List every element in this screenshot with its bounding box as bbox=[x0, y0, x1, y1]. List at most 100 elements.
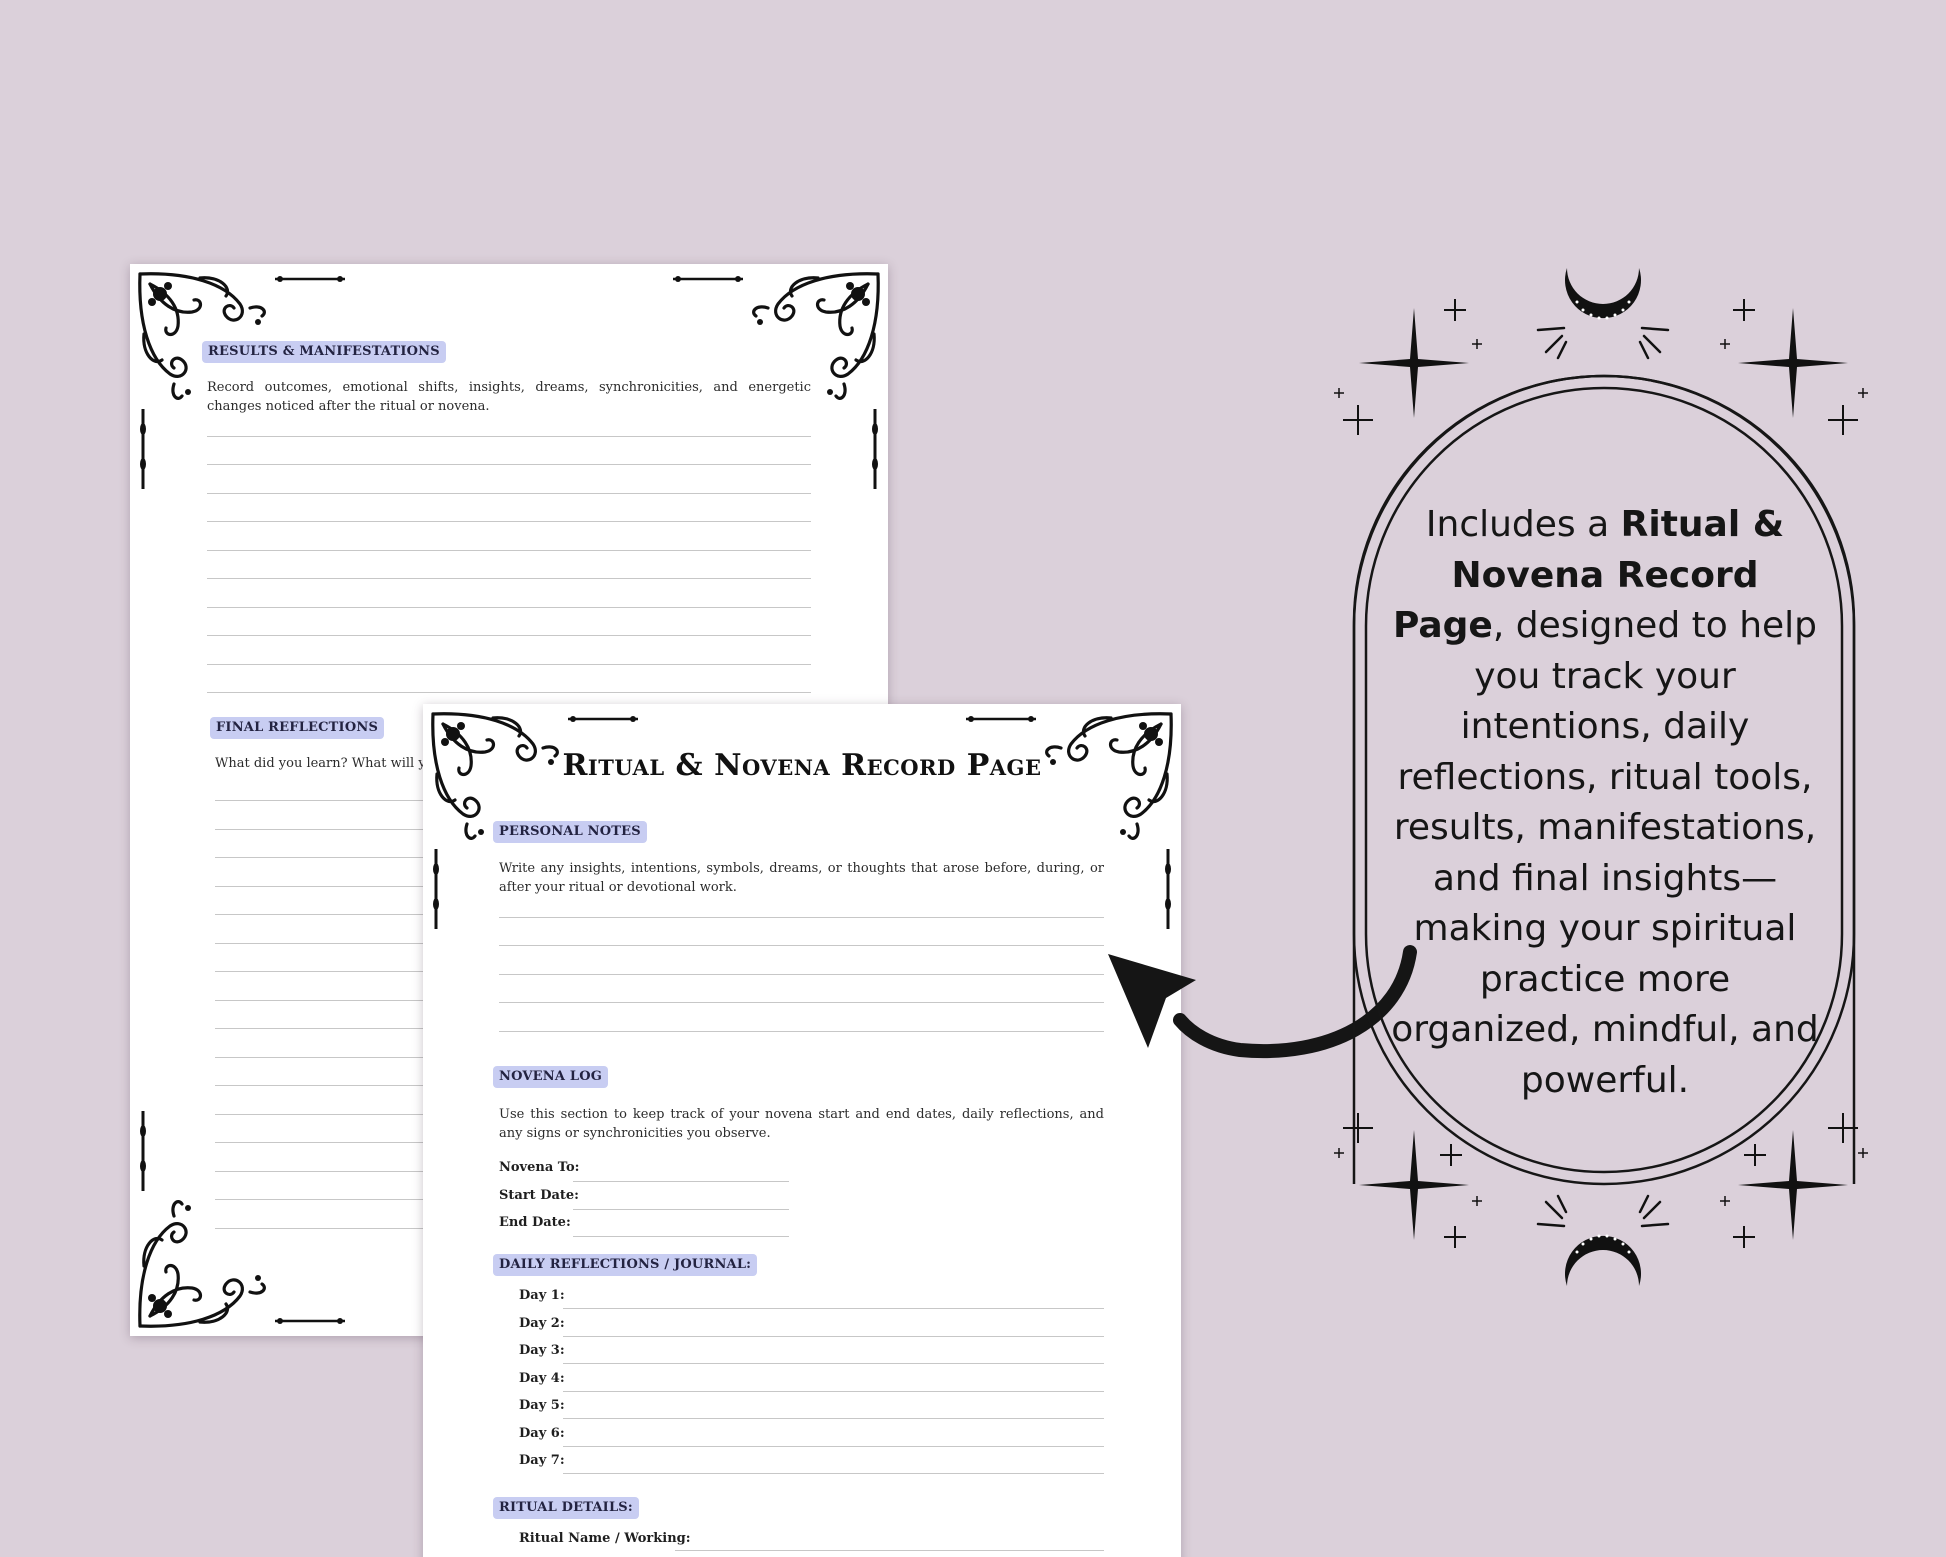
small-sparkle-icon bbox=[1472, 1196, 1482, 1206]
end-date-field[interactable] bbox=[573, 1236, 789, 1237]
small-sparkle-icon bbox=[1343, 1113, 1373, 1143]
writing-line[interactable] bbox=[207, 607, 811, 608]
small-sparkle-icon bbox=[1858, 388, 1868, 398]
small-sparkle-icon bbox=[1828, 1113, 1858, 1143]
novena-to-label: Novena To: bbox=[499, 1160, 580, 1175]
writing-line[interactable] bbox=[207, 692, 811, 693]
day-6-label: Day 6: bbox=[519, 1426, 565, 1441]
small-sparkle-icon bbox=[1858, 1148, 1868, 1158]
divider-ornament-icon bbox=[275, 1316, 345, 1326]
writing-line[interactable] bbox=[499, 945, 1104, 946]
writing-line[interactable] bbox=[499, 974, 1104, 975]
start-date-label: Start Date: bbox=[499, 1188, 579, 1203]
day-3-field[interactable] bbox=[563, 1363, 1104, 1364]
day-2-field[interactable] bbox=[563, 1336, 1104, 1337]
novena-log-description: Use this section to keep track of your n… bbox=[499, 1107, 1104, 1141]
writing-line[interactable] bbox=[215, 829, 435, 830]
day-4-field[interactable] bbox=[563, 1391, 1104, 1392]
small-sparkle-icon bbox=[1440, 1144, 1462, 1166]
daily-reflections-heading: DAILY REFLECTIONS / JOURNAL: bbox=[493, 1254, 758, 1276]
small-sparkle-icon bbox=[1472, 339, 1482, 349]
day-5-field[interactable] bbox=[563, 1418, 1104, 1419]
writing-line[interactable] bbox=[499, 1031, 1104, 1032]
writing-line[interactable] bbox=[207, 550, 811, 551]
flourish-corner-icon bbox=[130, 1191, 275, 1336]
writing-line[interactable] bbox=[207, 578, 811, 579]
writing-line[interactable] bbox=[207, 635, 811, 636]
small-sparkle-icon bbox=[1733, 1226, 1755, 1248]
small-sparkle-icon bbox=[1334, 388, 1344, 398]
writing-line[interactable] bbox=[215, 1114, 435, 1115]
writing-line[interactable] bbox=[215, 1171, 435, 1172]
writing-line[interactable] bbox=[499, 1002, 1104, 1003]
day-7-label: Day 7: bbox=[519, 1453, 565, 1468]
writing-line[interactable] bbox=[207, 436, 811, 437]
writing-line[interactable] bbox=[207, 664, 811, 665]
writing-line[interactable] bbox=[215, 800, 435, 801]
moon-rays-icon bbox=[1536, 322, 1670, 360]
callout-text-lead: Includes a bbox=[1425, 504, 1621, 545]
personal-notes-heading: PERSONAL NOTES bbox=[493, 821, 647, 843]
divider-ornament-icon bbox=[138, 409, 148, 489]
day-2-label: Day 2: bbox=[519, 1316, 565, 1331]
writing-line[interactable] bbox=[215, 1085, 435, 1086]
writing-line[interactable] bbox=[207, 521, 811, 522]
novena-to-field[interactable] bbox=[573, 1181, 789, 1182]
results-heading: RESULTS & MANIFESTATIONS bbox=[202, 341, 446, 363]
writing-line[interactable] bbox=[215, 1228, 435, 1229]
divider-ornament-icon bbox=[673, 274, 743, 284]
writing-line[interactable] bbox=[215, 857, 435, 858]
small-sparkle-icon bbox=[1720, 1196, 1730, 1206]
day-1-label: Day 1: bbox=[519, 1288, 565, 1303]
results-description: Record outcomes, emotional shifts, insig… bbox=[207, 380, 811, 414]
writing-line[interactable] bbox=[215, 886, 435, 887]
final-reflections-heading: FINAL REFLECTIONS bbox=[210, 717, 385, 739]
sparkle-star-icon bbox=[1359, 308, 1469, 418]
end-date-label: End Date: bbox=[499, 1215, 571, 1230]
page-title: Ritual & Novena Record Page bbox=[562, 748, 1042, 783]
callout-text-rest: , designed to help you track your intent… bbox=[1391, 605, 1819, 1101]
writing-line[interactable] bbox=[215, 1000, 435, 1001]
day-5-label: Day 5: bbox=[519, 1398, 565, 1413]
small-sparkle-icon bbox=[1444, 1226, 1466, 1248]
day-4-label: Day 4: bbox=[519, 1371, 565, 1386]
day-1-field[interactable] bbox=[563, 1308, 1104, 1309]
day-3-label: Day 3: bbox=[519, 1343, 565, 1358]
start-date-field[interactable] bbox=[573, 1209, 789, 1210]
small-sparkle-icon bbox=[1733, 299, 1755, 321]
divider-ornament-icon bbox=[138, 1111, 148, 1191]
moon-rays-icon bbox=[1536, 1194, 1670, 1232]
writing-line[interactable] bbox=[207, 493, 811, 494]
novena-log-heading: NOVENA LOG bbox=[493, 1066, 609, 1088]
small-sparkle-icon bbox=[1343, 405, 1373, 435]
writing-line[interactable] bbox=[215, 1057, 435, 1058]
divider-ornament-icon bbox=[431, 849, 441, 929]
ritual-details-heading: RITUAL DETAILS: bbox=[493, 1497, 639, 1519]
small-sparkle-icon bbox=[1744, 1144, 1766, 1166]
callout-description: Includes a Ritual & Novena Record Page, … bbox=[1390, 500, 1820, 1106]
writing-line[interactable] bbox=[215, 1199, 435, 1200]
day-7-field[interactable] bbox=[563, 1473, 1104, 1474]
writing-line[interactable] bbox=[499, 917, 1104, 918]
ritual-name-field[interactable] bbox=[675, 1550, 1104, 1551]
front-page-sheet: Ritual & Novena Record Page PERSONAL NOT… bbox=[423, 704, 1181, 1557]
final-reflections-description: What did you learn? What will yo bbox=[215, 756, 434, 771]
small-sparkle-icon bbox=[1720, 339, 1730, 349]
small-sparkle-icon bbox=[1444, 299, 1466, 321]
writing-line[interactable] bbox=[215, 971, 435, 972]
small-sparkle-icon bbox=[1828, 405, 1858, 435]
writing-line[interactable] bbox=[215, 1142, 435, 1143]
divider-ornament-icon bbox=[568, 714, 638, 724]
divider-ornament-icon bbox=[870, 409, 880, 489]
divider-ornament-icon bbox=[966, 714, 1036, 724]
writing-line[interactable] bbox=[215, 943, 435, 944]
writing-line[interactable] bbox=[215, 914, 435, 915]
divider-ornament-icon bbox=[1163, 849, 1173, 929]
ritual-name-label: Ritual Name / Working: bbox=[519, 1531, 691, 1546]
writing-line[interactable] bbox=[207, 464, 811, 465]
personal-notes-description: Write any insights, intentions, symbols,… bbox=[499, 861, 1104, 895]
writing-line[interactable] bbox=[215, 1028, 435, 1029]
flourish-corner-svg bbox=[138, 1200, 266, 1328]
small-sparkle-icon bbox=[1334, 1148, 1344, 1158]
day-6-field[interactable] bbox=[563, 1446, 1104, 1447]
